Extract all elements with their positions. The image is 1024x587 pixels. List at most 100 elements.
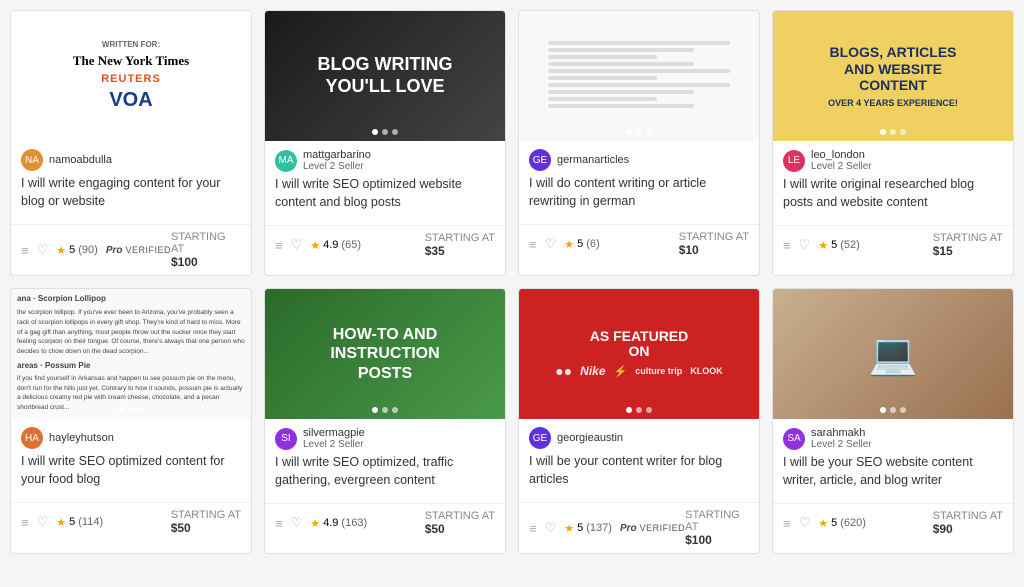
price-section: STARTING AT $35 (425, 232, 495, 258)
favorite-icon[interactable]: ♡ (545, 236, 557, 252)
pro-label: Pro (620, 523, 637, 534)
star-icon: ★ (564, 238, 574, 251)
price-value: $100 (171, 255, 241, 269)
footer-left: ≡ ♡ ★ 5 (6) (529, 236, 600, 252)
avatar: MA (275, 150, 297, 172)
card-footer: ≡ ♡ ★ 5 (6) STARTING AT $10 (519, 224, 759, 263)
star-icon: ★ (818, 239, 828, 252)
seller-row: MA mattgarbarino Level 2 Seller (275, 149, 495, 172)
card-title: I will write original researched blog po… (783, 176, 1003, 211)
card-footer: ≡ ♡ ★ 5 (114) STARTING AT $50 (11, 502, 251, 541)
footer-left: ≡ ♡ ★ 5 (52) (783, 237, 860, 253)
gig-card[interactable]: WRITTEN FOR: The New York Times REUTERS … (10, 10, 252, 276)
seller-name[interactable]: sarahmakh (811, 427, 872, 439)
favorite-icon[interactable]: ♡ (291, 515, 303, 531)
favorite-icon[interactable]: ♡ (799, 237, 811, 253)
compare-icon[interactable]: ≡ (529, 237, 537, 252)
review-count: (163) (341, 517, 367, 529)
dot-2 (890, 407, 896, 413)
starting-at-label: STARTING AT (171, 509, 241, 521)
dot-3 (392, 407, 398, 413)
star-icon: ★ (818, 517, 828, 530)
compare-icon[interactable]: ≡ (21, 243, 29, 258)
seller-name[interactable]: hayleyhutson (49, 432, 114, 444)
dot-2 (636, 129, 642, 135)
card-image: BLOG WRITINGYOU'LL LOVE (265, 11, 505, 141)
dot-2 (636, 407, 642, 413)
seller-name[interactable]: namoabdulla (49, 154, 112, 166)
rating: ★ 5 (620) (818, 517, 866, 530)
card-footer: ≡ ♡ ★ 5 (137) ProVERIFIED STARTING AT $1… (519, 502, 759, 553)
price-value: $35 (425, 244, 495, 258)
rating-value: 5 (831, 517, 837, 529)
card-image: ana · Scorpion Lollipop the scorpion lol… (11, 289, 251, 419)
seller-name[interactable]: leo_london (811, 149, 872, 161)
favorite-icon[interactable]: ♡ (799, 515, 811, 531)
favorite-icon[interactable]: ♡ (37, 242, 49, 258)
starting-at-label: STARTING AT (425, 510, 495, 522)
starting-at-label: STARTING AT (933, 510, 1003, 522)
starting-at-label: STARTING AT (685, 509, 749, 533)
compare-icon[interactable]: ≡ (21, 515, 29, 530)
dot-3 (900, 129, 906, 135)
card-image: AS FEATUREDON ●● Nike ⚡ culture trip KLO… (519, 289, 759, 419)
card-footer: ≡ ♡ ★ 4.9 (65) STARTING AT $35 (265, 225, 505, 264)
favorite-icon[interactable]: ♡ (291, 237, 303, 253)
compare-icon[interactable]: ≡ (783, 516, 791, 531)
card-title: I will be your content writer for blog a… (529, 453, 749, 488)
compare-icon[interactable]: ≡ (783, 238, 791, 253)
rating-value: 5 (69, 244, 75, 256)
price-value: $10 (679, 243, 749, 257)
gig-card[interactable]: ana · Scorpion Lollipop the scorpion lol… (10, 288, 252, 554)
avatar: GE (529, 427, 551, 449)
avatar: HA (21, 427, 43, 449)
verified-label: VERIFIED (125, 245, 171, 255)
price-section: STARTING AT $50 (425, 510, 495, 536)
rating: ★ 4.9 (163) (310, 517, 367, 530)
star-icon: ★ (310, 517, 320, 530)
rating-value: 4.9 (323, 517, 338, 529)
review-count: (6) (586, 238, 599, 250)
card-title: I will do content writing or article rew… (529, 175, 749, 210)
gig-card[interactable]: 💻 SA sarahmakh Level 2 Seller I will be … (772, 288, 1014, 554)
dot-3 (138, 129, 144, 135)
card-body: GE georgieaustin I will be your content … (519, 419, 759, 502)
seller-name[interactable]: georgieaustin (557, 432, 623, 444)
rating: ★ 5 (137) (564, 522, 612, 535)
card-title: I will write engaging content for your b… (21, 175, 241, 210)
gig-card[interactable]: BLOGS, ARTICLESAND WEBSITECONTENT OVER 4… (772, 10, 1014, 276)
starting-at-label: STARTING AT (425, 232, 495, 244)
rating-value: 5 (831, 239, 837, 251)
card-image: HOW-TO ANDINSTRUCTIONPOSTS (265, 289, 505, 419)
dot-1 (626, 407, 632, 413)
price-section: STARTING AT $100 (171, 231, 241, 269)
card-body: SI silvermagpie Level 2 Seller I will wr… (265, 419, 505, 503)
card-body: NA namoabdulla I will write engaging con… (11, 141, 251, 224)
seller-name[interactable]: mattgarbarino (303, 149, 371, 161)
dot-1 (880, 129, 886, 135)
avatar: NA (21, 149, 43, 171)
compare-icon[interactable]: ≡ (275, 238, 283, 253)
verified-label: VERIFIED (640, 523, 686, 533)
footer-left: ≡ ♡ ★ 5 (620) (783, 515, 866, 531)
gig-card[interactable]: BLOG WRITINGYOU'LL LOVE MA mattgarbarino… (264, 10, 506, 276)
card-footer: ≡ ♡ ★ 4.9 (163) STARTING AT $50 (265, 503, 505, 542)
seller-name[interactable]: germanarticles (557, 154, 629, 166)
gig-card[interactable]: AS FEATUREDON ●● Nike ⚡ culture trip KLO… (518, 288, 760, 554)
image-dots (880, 407, 906, 413)
footer-left: ≡ ♡ ★ 5 (137) ProVERIFIED (529, 520, 685, 536)
favorite-icon[interactable]: ♡ (545, 520, 557, 536)
gig-card[interactable]: GE germanarticles I will do content writ… (518, 10, 760, 276)
seller-name[interactable]: silvermagpie (303, 427, 365, 439)
card-title: I will write SEO optimized website conte… (275, 176, 495, 211)
favorite-icon[interactable]: ♡ (37, 514, 49, 530)
compare-icon[interactable]: ≡ (529, 521, 537, 536)
card-image (519, 11, 759, 141)
gig-card[interactable]: HOW-TO ANDINSTRUCTIONPOSTS SI silvermagp… (264, 288, 506, 554)
dot-2 (128, 129, 134, 135)
seller-level: Level 2 Seller (811, 439, 872, 450)
image-dots (118, 129, 144, 135)
star-icon: ★ (310, 239, 320, 252)
compare-icon[interactable]: ≡ (275, 516, 283, 531)
card-image: BLOGS, ARTICLESAND WEBSITECONTENT OVER 4… (773, 11, 1013, 141)
